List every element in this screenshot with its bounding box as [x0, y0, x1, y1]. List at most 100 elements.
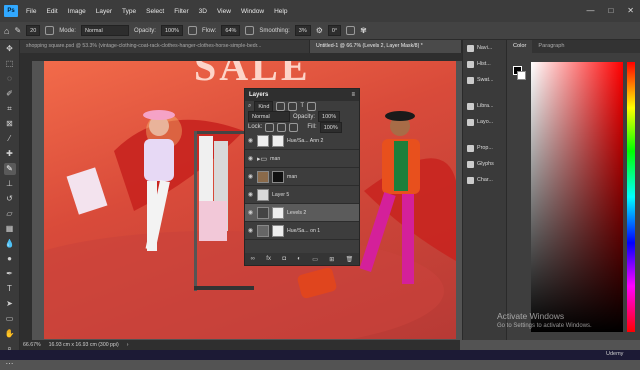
- panel-layers[interactable]: Layo...: [463, 114, 506, 130]
- opacity-field[interactable]: 100%: [160, 25, 184, 36]
- frame-tool-icon[interactable]: ⊠: [4, 118, 16, 130]
- brush-settings-icon[interactable]: [45, 26, 55, 35]
- mask-icon[interactable]: ◘: [282, 256, 286, 262]
- layer-row[interactable]: ◉ ▸▭ man: [245, 150, 359, 168]
- dodge-tool-icon[interactable]: ●: [4, 253, 16, 265]
- menu-edit[interactable]: Edit: [41, 8, 62, 15]
- link-icon[interactable]: ∞: [251, 256, 255, 262]
- new-layer-icon[interactable]: ⊞: [329, 256, 334, 263]
- type-tool-icon[interactable]: T: [4, 283, 16, 295]
- panel-properties[interactable]: Prop...: [463, 140, 506, 156]
- smoothing-field[interactable]: 3%: [294, 25, 311, 36]
- adjustment-icon[interactable]: ◐: [297, 256, 301, 262]
- layers-opacity-field[interactable]: 100%: [318, 111, 341, 122]
- clone-stamp-tool-icon[interactable]: ⊥: [4, 178, 16, 190]
- shape-tool-icon[interactable]: ▭: [4, 313, 16, 325]
- menu-image[interactable]: Image: [63, 8, 91, 15]
- blur-tool-icon[interactable]: 💧: [4, 238, 16, 250]
- flow-field[interactable]: 64%: [221, 25, 241, 36]
- angle-field[interactable]: 0°: [327, 25, 342, 36]
- crop-tool-icon[interactable]: ⌗: [4, 103, 16, 115]
- window-controls: — □ ✕: [586, 6, 634, 15]
- history-brush-tool-icon[interactable]: ↺: [4, 193, 16, 205]
- menu-select[interactable]: Select: [141, 8, 169, 15]
- tab-untitled-1[interactable]: Untitled-1 @ 66.7% (Levels 2, Layer Mask…: [310, 40, 462, 53]
- move-tool-icon[interactable]: ✥: [4, 43, 16, 55]
- panel-glyphs[interactable]: Glyphs: [463, 156, 506, 172]
- filter-adjustment-icon[interactable]: [288, 101, 298, 111]
- layer-row-selected[interactable]: ◉ Levels 2: [245, 204, 359, 222]
- visibility-eye-icon[interactable]: ◉: [247, 137, 254, 144]
- menu-view[interactable]: View: [212, 8, 236, 15]
- lock-all-icon[interactable]: [289, 122, 299, 132]
- path-select-tool-icon[interactable]: ➤: [4, 298, 16, 310]
- menu-file[interactable]: File: [21, 8, 41, 15]
- layer-row[interactable]: ◉ Hue/Sa... Ann 2: [245, 132, 359, 150]
- panel-navigator[interactable]: Navi...: [463, 40, 506, 56]
- brush-size-field[interactable]: 20: [26, 25, 41, 36]
- visibility-eye-icon[interactable]: ◉: [247, 227, 254, 234]
- layer-row[interactable]: ◉ man: [245, 168, 359, 186]
- status-arrow-icon[interactable]: ›: [127, 342, 129, 348]
- panel-swatches[interactable]: Swat...: [463, 72, 506, 88]
- layer-blend-row: Normal Opacity: 100%: [245, 111, 359, 122]
- layer-row[interactable]: ◉ Layer 5: [245, 186, 359, 204]
- color-field[interactable]: [531, 62, 623, 332]
- mode-select[interactable]: Normal: [80, 25, 129, 36]
- panel-history[interactable]: Hist...: [463, 56, 506, 72]
- tab-shopping-square[interactable]: shopping square.psd @ 53.3% (vintage-clo…: [20, 40, 310, 53]
- airbrush-icon[interactable]: [245, 26, 255, 35]
- visibility-eye-icon[interactable]: ◉: [247, 191, 254, 198]
- blend-mode-select[interactable]: Normal: [248, 111, 290, 122]
- quick-select-tool-icon[interactable]: ✐: [4, 88, 16, 100]
- zoom-level[interactable]: 66.67%: [23, 342, 41, 348]
- eyedropper-tool-icon[interactable]: ⁄: [4, 133, 16, 145]
- menu-filter[interactable]: Filter: [169, 8, 193, 15]
- fill-field[interactable]: 100%: [319, 121, 342, 133]
- menu-window[interactable]: Window: [236, 8, 269, 15]
- fx-icon[interactable]: fx: [266, 256, 271, 262]
- healing-tool-icon[interactable]: ✚: [4, 148, 16, 160]
- lock-pixels-icon[interactable]: [265, 122, 275, 132]
- pen-tool-icon[interactable]: ✒: [4, 268, 16, 280]
- filter-kind-select[interactable]: Kind: [254, 100, 274, 112]
- layer-row[interactable]: ◉ Hue/Sa... on 1: [245, 222, 359, 240]
- lock-position-icon[interactable]: [277, 122, 287, 132]
- menu-help[interactable]: Help: [269, 8, 292, 15]
- layers-panel-header[interactable]: Layers ≡: [245, 89, 359, 101]
- background-color-swatch[interactable]: [517, 71, 526, 80]
- hand-tool-icon[interactable]: ✋: [4, 328, 16, 340]
- smoothing-settings-icon[interactable]: ⚙: [316, 26, 323, 35]
- maximize-icon[interactable]: □: [608, 6, 613, 15]
- visibility-eye-icon[interactable]: ◉: [247, 173, 254, 180]
- pressure-opacity-icon[interactable]: [188, 26, 198, 35]
- menu-3d[interactable]: 3D: [194, 8, 212, 15]
- panel-character[interactable]: Char...: [463, 172, 506, 188]
- visibility-eye-icon[interactable]: ◉: [247, 209, 254, 216]
- gradient-tool-icon[interactable]: ▦: [4, 223, 16, 235]
- hue-slider[interactable]: [627, 62, 635, 332]
- minimize-icon[interactable]: —: [586, 6, 594, 15]
- marquee-tool-icon[interactable]: ⬚: [4, 58, 16, 70]
- filter-pixel-icon[interactable]: [276, 101, 286, 111]
- filter-type-icon[interactable]: T: [300, 103, 304, 109]
- pressure-size-icon[interactable]: [346, 26, 356, 35]
- panel-menu-icon[interactable]: ≡: [351, 92, 355, 98]
- filter-shape-icon[interactable]: [307, 101, 317, 111]
- tab-paragraph[interactable]: Paragraph: [532, 40, 570, 53]
- lasso-tool-icon[interactable]: ◌: [4, 73, 16, 85]
- close-icon[interactable]: ✕: [627, 6, 634, 15]
- trash-icon[interactable]: 🗑: [346, 256, 354, 263]
- visibility-eye-icon[interactable]: ◉: [247, 155, 254, 162]
- eraser-tool-icon[interactable]: ▱: [4, 208, 16, 220]
- menu-layer[interactable]: Layer: [91, 8, 117, 15]
- brush-tool-icon[interactable]: ✎: [3, 163, 16, 175]
- folder-icon[interactable]: ▭: [312, 256, 318, 263]
- brush-tool-icon[interactable]: ✎: [14, 26, 21, 35]
- menu-type[interactable]: Type: [117, 8, 141, 15]
- tab-color[interactable]: Color: [507, 40, 533, 53]
- home-icon[interactable]: ⌂: [4, 26, 9, 36]
- symmetry-icon[interactable]: ✾: [360, 26, 367, 35]
- panel-libraries[interactable]: Libra...: [463, 98, 506, 114]
- photoshop-logo: Ps: [4, 5, 18, 17]
